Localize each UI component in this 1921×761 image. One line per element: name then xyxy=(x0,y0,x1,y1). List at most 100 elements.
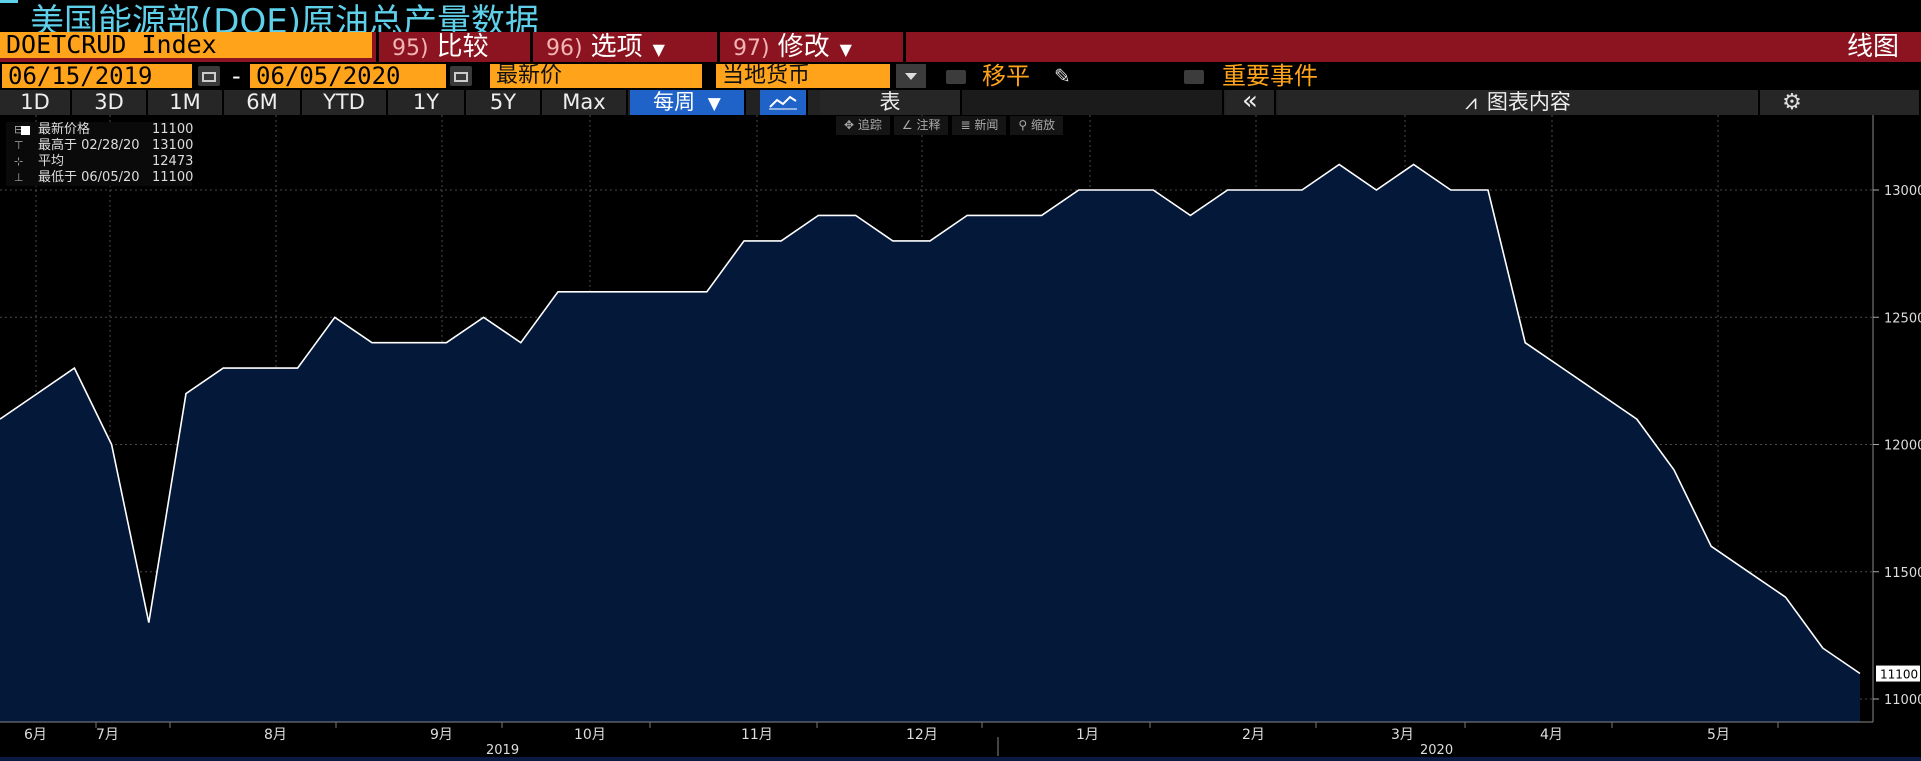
range-max[interactable]: Max xyxy=(542,90,628,115)
gear-icon[interactable]: ⚙ xyxy=(1774,90,1810,115)
series-swatch xyxy=(21,126,30,135)
table-button[interactable]: 表 xyxy=(820,90,962,115)
legend-high-value: 13100 xyxy=(152,138,194,153)
collapse-icon[interactable]: « xyxy=(1226,88,1276,115)
x-month-label: 3月 xyxy=(1391,727,1414,743)
x-month-label: 4月 xyxy=(1540,727,1563,743)
range-1m[interactable]: 1M xyxy=(148,90,224,115)
calendar-icon[interactable] xyxy=(450,66,472,86)
y-axis: 11000 11500 12000 12500 13000 11100 xyxy=(1872,115,1921,722)
legend-high-label: 最高于 02/28/20 xyxy=(38,138,140,153)
legend-last: ⊟ 最新价格 11100 xyxy=(6,122,194,138)
y-tick-label: 13000 xyxy=(1884,184,1921,199)
chevron-down-icon: ▼ xyxy=(652,40,665,59)
news-tool[interactable]: ≣ 新闻 xyxy=(952,116,1007,135)
legend-low: ⊥ 最低于 06/05/20 11100 xyxy=(6,170,194,186)
x-month-label: 9月 xyxy=(430,727,453,743)
annotate-label: 注释 xyxy=(916,118,941,132)
shift-checkbox[interactable] xyxy=(946,70,966,84)
edit-number: 97) xyxy=(733,36,770,61)
chart-content-button[interactable]: ⩘ 图表内容 xyxy=(1278,90,1760,115)
legend-low-label: 最低于 06/05/20 xyxy=(38,170,140,185)
range-5y[interactable]: 5Y xyxy=(466,90,542,115)
range-6m[interactable]: 6M xyxy=(224,90,302,115)
range-3d[interactable]: 3D xyxy=(72,90,148,115)
end-date-input[interactable]: 06/05/2020 xyxy=(250,64,446,88)
news-label: 新闻 xyxy=(974,118,999,132)
ticker-input[interactable]: DOETCRUD Index xyxy=(0,32,372,58)
pencil-icon[interactable]: ✎ xyxy=(1054,64,1071,88)
legend-low-value: 11100 xyxy=(152,170,194,185)
chevron-down-icon[interactable] xyxy=(896,64,926,88)
legend-avg-value: 12473 xyxy=(152,154,194,169)
legend-high: ⊤ 最高于 02/28/20 13100 xyxy=(6,138,194,154)
title-bar: 美国能源部(DOE)原油总产量数据 xyxy=(0,0,1921,42)
calendar-icon[interactable] xyxy=(198,66,220,86)
x-month-label: 8月 xyxy=(264,727,287,743)
triangle-down-icon: ▼ xyxy=(707,94,721,114)
chart-type-label[interactable]: 线图 xyxy=(1847,32,1899,62)
separator xyxy=(376,32,379,62)
date-row: 06/15/2019 - 06/05/2020 最新价 当地货币 移平 ✎ 重要… xyxy=(0,62,1921,90)
x-month-label: 11月 xyxy=(741,727,773,743)
x-month-label: 1月 xyxy=(1076,727,1099,743)
avg-marker-icon: ⊹ xyxy=(14,155,24,168)
track-tool[interactable]: ✥ 追踪 xyxy=(836,116,890,135)
options-label: 选项 xyxy=(590,32,643,62)
frequency-label: 每周 xyxy=(653,90,696,114)
events-checkbox[interactable] xyxy=(1184,70,1204,84)
high-marker-icon: ⊤ xyxy=(14,139,24,152)
x-month-label: 10月 xyxy=(574,727,606,743)
track-label: 追踪 xyxy=(857,118,882,132)
x-axis-band xyxy=(0,722,1921,757)
legend-avg-label: 平均 xyxy=(38,154,65,169)
compare-button[interactable]: 95) 比较 xyxy=(392,32,489,62)
zoom-tool[interactable]: ⚲ 缩放 xyxy=(1010,116,1063,135)
start-date-input[interactable]: 06/15/2019 xyxy=(2,64,192,88)
chart-content-label: 图表内容 xyxy=(1486,90,1571,114)
options-button[interactable]: 96) 选项 ▼ xyxy=(546,32,665,62)
command-bar: DOETCRUD Index 95) 比较 96) 选项 ▼ 97) 修改 ▼ 线图 xyxy=(0,32,1921,62)
annotate-tool[interactable]: ∠ 注释 xyxy=(893,116,949,135)
separator xyxy=(717,32,720,62)
edit-button[interactable]: 97) 修改 ▼ xyxy=(733,32,852,62)
range-bar: 1D 3D 1M 6M YTD 1Y 5Y Max 每周 ▼ 表 « ⩘ 图表内容… xyxy=(0,88,1921,115)
price-chart[interactable]: 11000 11500 12000 12500 13000 11100 6月 7月 8月 9月 1… xyxy=(0,115,1921,757)
range-1y[interactable]: 1Y xyxy=(388,90,466,115)
y-tick-label: 11500 xyxy=(1884,566,1921,581)
edit-label: 修改 xyxy=(777,32,830,62)
area-fill xyxy=(0,164,1860,722)
legend-last-value: 11100 xyxy=(152,122,194,137)
low-marker-icon: ⊥ xyxy=(14,171,24,184)
chart-content-icon: ⩘ xyxy=(1465,90,1477,114)
separator xyxy=(903,32,906,62)
x-month-label: 2月 xyxy=(1242,727,1265,743)
compare-number: 95) xyxy=(392,36,429,61)
range-1d[interactable]: 1D xyxy=(0,90,72,115)
events-label: 重要事件 xyxy=(1222,62,1318,90)
x-month-label: 6月 xyxy=(24,727,47,743)
x-month-label: 12月 xyxy=(906,727,938,743)
x-month-label: 7月 xyxy=(96,727,119,743)
legend-avg: ⊹ 平均 12473 xyxy=(6,154,194,170)
x-year-label: 2020 xyxy=(1420,743,1453,757)
frequency-dropdown[interactable]: 每周 ▼ xyxy=(630,90,746,115)
y-tick-label: 12500 xyxy=(1884,311,1921,326)
y-tick-label: 11000 xyxy=(1884,693,1921,708)
title-accent-mark xyxy=(0,0,18,3)
currency-select[interactable]: 当地货币 xyxy=(716,64,890,88)
chart-tools: ✥ 追踪 ∠ 注释 ≣ 新闻 ⚲ 缩放 xyxy=(836,116,1063,135)
x-axis: 6月 7月 8月 9月 10月 11月 12月 1月 2月 3月 4月 5月 2019 2020 xyxy=(0,721,1921,757)
blank-segment xyxy=(962,90,1224,115)
legend-last-label: 最新价格 xyxy=(38,122,91,137)
range-ytd[interactable]: YTD xyxy=(302,90,388,115)
compare-label: 比较 xyxy=(436,32,489,62)
legend: ⊟ 最新价格 11100 ⊤ 最高于 02/28/20 13100 ⊹ 平均 1247… xyxy=(6,122,194,186)
x-month-label: 5月 xyxy=(1707,727,1730,743)
chevron-down-icon: ▼ xyxy=(839,40,852,59)
zoom-label: 缩放 xyxy=(1030,118,1055,132)
date-dash: - xyxy=(232,62,241,90)
separator xyxy=(530,32,533,62)
price-field-select[interactable]: 最新价 xyxy=(490,64,702,88)
line-chart-icon[interactable] xyxy=(760,90,808,115)
